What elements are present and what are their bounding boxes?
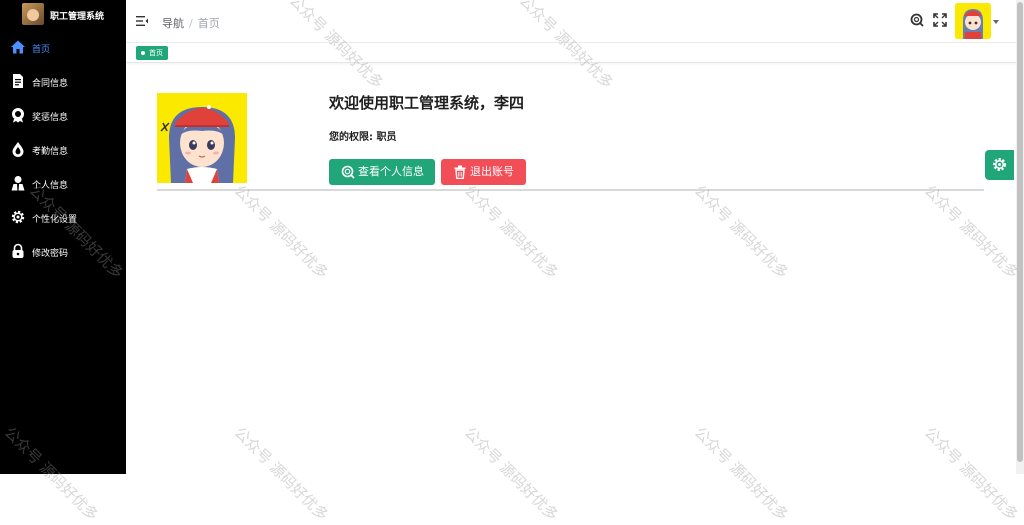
view-profile-button[interactable]: 查看个人信息 [329, 159, 435, 185]
sidebar: 职工管理系统 首页 合同信息 奖惩信息 考勤信息 个人信息 个性化设置 修改密码 [0, 0, 126, 474]
menu-fold-icon[interactable] [136, 15, 148, 27]
gear-icon [993, 158, 1006, 171]
sidebar-item-label: 个性化设置 [32, 215, 78, 225]
welcome-heading: 欢迎使用职工管理系统，李四 [329, 94, 525, 112]
permission-label: 您的权限: 职员 [329, 132, 397, 143]
view-profile-label: 查看个人信息 [358, 165, 424, 178]
sidebar-item-label: 个人信息 [32, 181, 69, 191]
lock-icon [12, 243, 24, 258]
sidebar-item-profile[interactable]: 个人信息 [0, 166, 126, 200]
settings-button[interactable] [985, 150, 1014, 180]
trash-icon [454, 165, 466, 179]
sidebar-item-personalize[interactable]: 个性化设置 [0, 200, 126, 234]
logout-label: 退出账号 [470, 165, 514, 178]
chevron-down-icon[interactable] [993, 20, 999, 24]
scrollbar-thumb[interactable] [1017, 2, 1023, 462]
sidebar-item-label: 修改密码 [32, 249, 69, 259]
award-icon [12, 108, 24, 123]
watermark: 公众号 源码好优多 [460, 181, 562, 283]
watermark: 公众号 源码好优多 [690, 181, 792, 283]
breadcrumb: 导航 / 首页 [162, 15, 220, 31]
user-avatar[interactable] [955, 3, 991, 39]
tags-view: 首页 [126, 43, 1016, 63]
search-icon[interactable] [910, 13, 924, 27]
sidebar-item-home[interactable]: 首页 [0, 30, 126, 64]
sidebar-item-password[interactable]: 修改密码 [0, 234, 126, 268]
top-header: 导航 / 首页 [126, 0, 1016, 43]
profile-avatar [157, 93, 247, 183]
sidebar-item-attendance[interactable]: 考勤信息 [0, 132, 126, 166]
gear-icon [11, 210, 25, 224]
sidebar-menu: 首页 合同信息 奖惩信息 考勤信息 个人信息 个性化设置 修改密码 [0, 30, 126, 268]
breadcrumb-current: 首页 [197, 17, 220, 30]
tag-home[interactable]: 首页 [136, 46, 168, 60]
logout-button[interactable]: 退出账号 [441, 159, 526, 185]
breadcrumb-nav[interactable]: 导航 [162, 17, 184, 30]
home-icon [11, 40, 25, 54]
attendance-icon [12, 142, 24, 157]
app-logo [22, 3, 44, 25]
sidebar-item-label: 合同信息 [32, 79, 69, 89]
page-scrollbar[interactable] [1016, 0, 1024, 474]
user-icon [11, 176, 25, 191]
sidebar-item-contract[interactable]: 合同信息 [0, 64, 126, 98]
watermark: 公众号 源码好优多 [920, 181, 1022, 283]
document-icon [13, 74, 23, 88]
breadcrumb-separator: / [189, 17, 193, 30]
watermark: 公众号 源码好优多 [230, 181, 332, 283]
sidebar-item-label: 首页 [32, 45, 51, 55]
brand[interactable]: 职工管理系统 [0, 0, 126, 30]
search-icon [341, 165, 355, 179]
fullscreen-icon[interactable] [933, 13, 947, 27]
app-title: 职工管理系统 [50, 12, 105, 22]
sidebar-item-reward[interactable]: 奖惩信息 [0, 98, 126, 132]
welcome-card: 欢迎使用职工管理系统，李四 您的权限: 职员 查看个人信息 退出账号 [157, 88, 984, 191]
sidebar-item-label: 考勤信息 [32, 147, 69, 157]
sidebar-item-label: 奖惩信息 [32, 113, 69, 123]
